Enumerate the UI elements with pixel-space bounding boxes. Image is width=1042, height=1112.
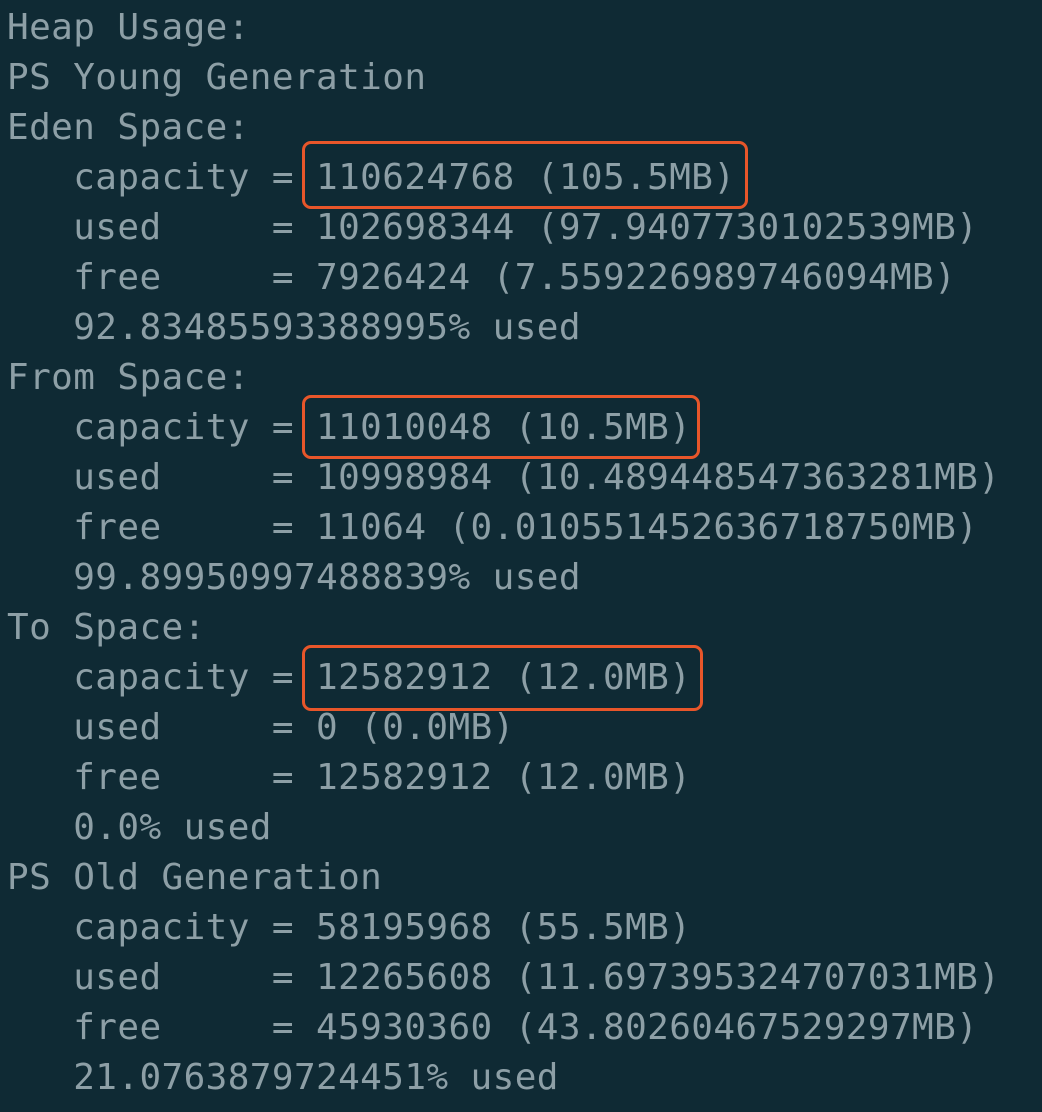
terminal-output[interactable]: Heap Usage: PS Young Generation Eden Spa… xyxy=(0,0,1042,1112)
old-percent-used-line: 21.0763879724451% used xyxy=(7,1057,559,1098)
to-free-line: free = 12582912 (12.0MB) xyxy=(7,757,692,798)
from-free-line: free = 11064 (0.010551452636718750MB) xyxy=(7,507,979,548)
young-generation-heading: PS Young Generation xyxy=(7,57,427,98)
to-percent-used-line: 0.0% used xyxy=(7,807,272,848)
old-free-line: free = 45930360 (43.80260467529297MB) xyxy=(7,1007,979,1048)
old-used-line: used = 12265608 (11.697395324707031MB) xyxy=(7,957,1001,998)
from-percent-used-line: 99.89950997488839% used xyxy=(7,557,581,598)
from-capacity-highlight-box xyxy=(302,395,700,459)
old-capacity-line: capacity = 58195968 (55.5MB) xyxy=(7,907,692,948)
from-space-heading: From Space: xyxy=(7,357,250,398)
eden-space-heading: Eden Space: xyxy=(7,107,250,148)
to-space-heading: To Space: xyxy=(7,607,206,648)
eden-capacity-highlight-box xyxy=(302,141,748,209)
from-used-line: used = 10998984 (10.489448547363281MB) xyxy=(7,457,1001,498)
eden-free-line: free = 7926424 (7.559226989746094MB) xyxy=(7,257,957,298)
heap-usage-heading: Heap Usage: xyxy=(7,7,250,48)
eden-used-line: used = 102698344 (97.9407730102539MB) xyxy=(7,207,979,248)
to-capacity-highlight-box xyxy=(302,645,703,711)
old-generation-heading: PS Old Generation xyxy=(7,857,383,898)
eden-percent-used-line: 92.83485593388995% used xyxy=(7,307,581,348)
